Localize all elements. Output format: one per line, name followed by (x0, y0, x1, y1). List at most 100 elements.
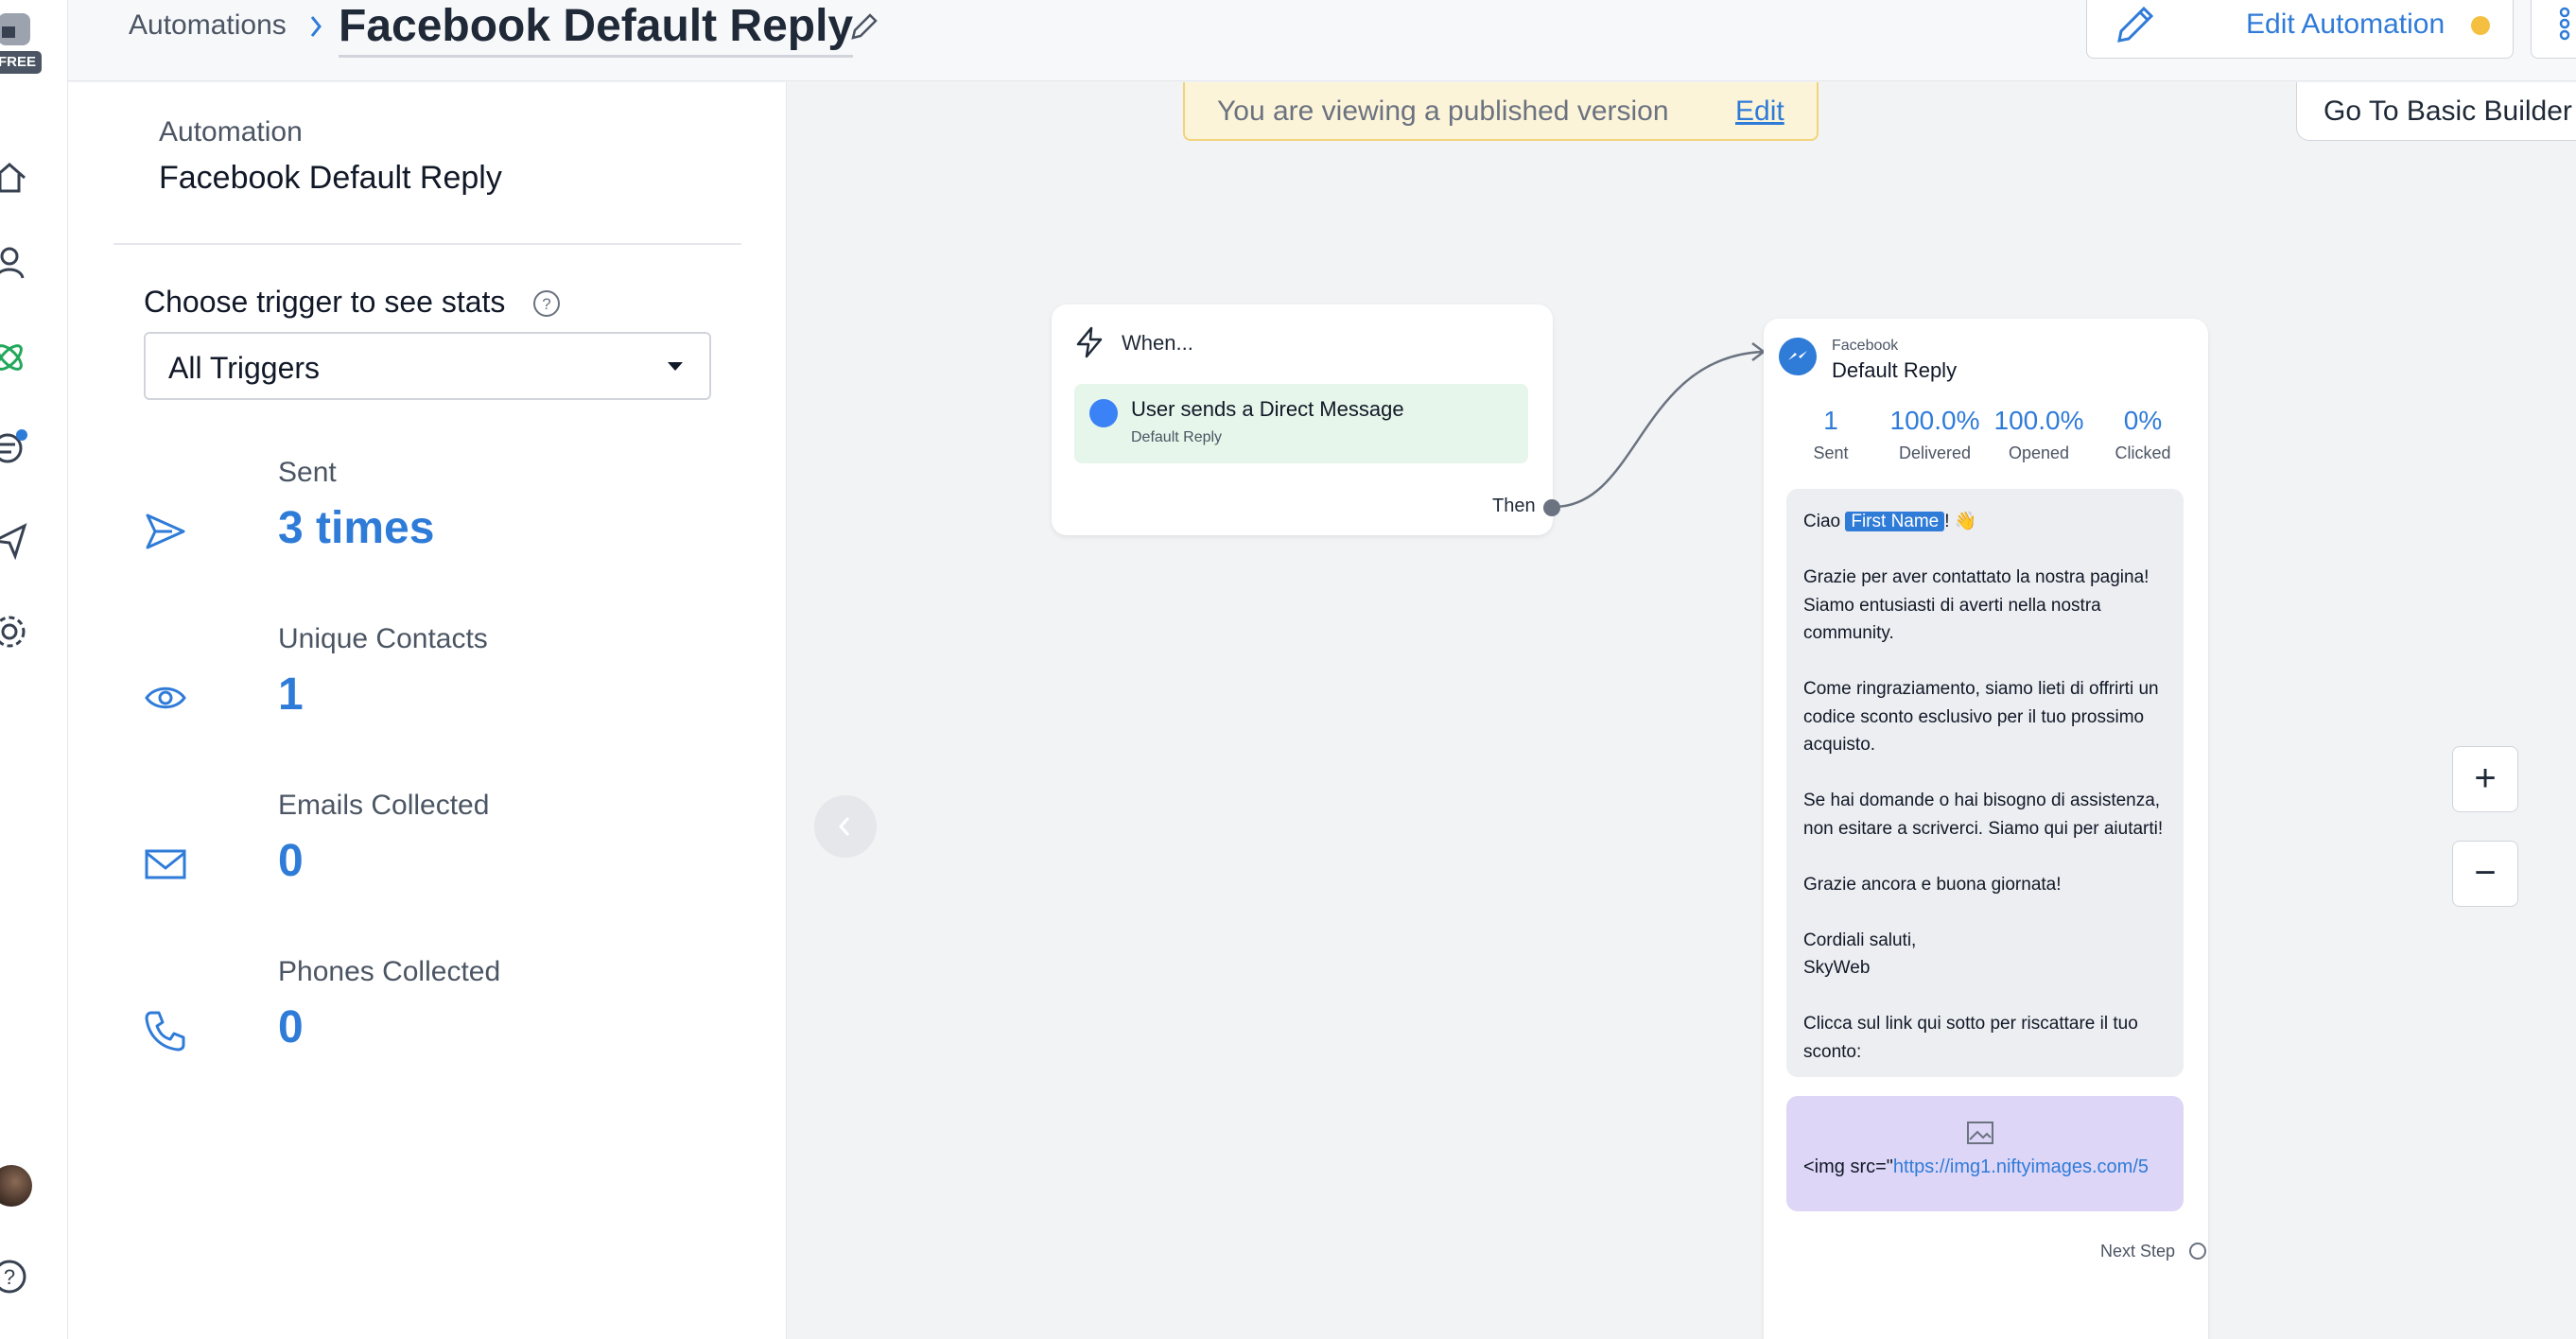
node-stat-value: 100.0% (1889, 406, 1980, 435)
stat-sent: Sent 3 times (144, 457, 711, 570)
zoom-out-button[interactable]: − (2452, 841, 2518, 907)
node-stat-label: Sent (1813, 443, 1849, 462)
signoff-line: Cordiali saluti, (1803, 930, 1917, 950)
logo-icon (0, 13, 30, 45)
node-stat-opened: 100.0% Opened (1987, 406, 2091, 463)
caret-down-icon (668, 362, 683, 371)
edit-automation-button[interactable]: Edit Automation (2086, 0, 2514, 59)
stat-value: 0 (278, 836, 304, 886)
node-stat-label: Opened (2008, 443, 2070, 462)
stat-label: Emails Collected (278, 790, 490, 821)
messenger-icon (1089, 399, 1118, 427)
help-icon[interactable]: ? (0, 1258, 28, 1296)
eye-icon (145, 687, 186, 709)
gear-icon[interactable] (0, 613, 28, 651)
edit-automation-label: Edit Automation (2246, 9, 2445, 40)
reply-node[interactable]: Facebook Default Reply 1 Sent 100.0% Deliv… (1764, 319, 2208, 1339)
message-bubble[interactable]: Ciao First Name! 👋 Grazie per aver conta… (1786, 489, 2184, 1077)
node-stat-value: 1 (1823, 406, 1838, 435)
page-title[interactable]: Facebook Default Reply (339, 0, 854, 58)
greeting-prefix: Ciao (1803, 512, 1846, 531)
chevron-right-icon (310, 16, 322, 37)
message-paragraph: Come ringraziamento, siamo lieti di offr… (1803, 679, 2159, 755)
status-dot (2471, 16, 2490, 35)
image-block[interactable]: <img src="https://img1.niftyimages.com/5 (1786, 1096, 2184, 1211)
more-vertical-icon (2559, 7, 2570, 41)
plan-badge: FREE (0, 51, 42, 74)
stat-label: Unique Contacts (278, 623, 488, 654)
image-icon (1967, 1122, 1993, 1144)
message-signoff: Cordiali saluti, SkyWeb (1803, 927, 2167, 983)
stat-phones-collected: Phones Collected 0 (144, 956, 711, 1069)
trigger-select-value: All Triggers (168, 351, 321, 385)
lightning-icon (1076, 326, 1103, 358)
message-greeting: Ciao First Name! 👋 (1803, 508, 2167, 536)
stat-emails-collected: Emails Collected 0 (144, 790, 711, 903)
image-code: <img src="https://img1.niftyimages.com/5 (1803, 1156, 2178, 1178)
user-icon[interactable] (0, 244, 28, 282)
trigger-item[interactable]: User sends a Direct Message Default Repl… (1074, 384, 1528, 463)
output-port[interactable] (1543, 499, 1560, 516)
message-paragraph: Grazie ancora e buona giornata! (1803, 874, 2062, 895)
node-stat-delivered: 100.0% Delivered (1883, 406, 1987, 463)
node-stat-label: Delivered (1898, 443, 1972, 462)
more-options-button[interactable] (2531, 0, 2576, 59)
stat-unique-contacts: Unique Contacts 1 (144, 623, 711, 737)
flow-canvas[interactable]: You are viewing a published version Edit… (788, 82, 2576, 1339)
breadcrumb-automations[interactable]: Automations (129, 9, 287, 42)
then-label: Then (1492, 496, 1536, 516)
phone-icon (145, 1011, 185, 1052)
message-paragraph: Se hai domande o hai bisogno di assisten… (1803, 791, 2164, 839)
node-stats: 1 Sent 100.0% Delivered 100.0% Opened 0% Cli… (1779, 406, 2195, 472)
message-paragraph: Grazie per aver contattato la nostra pag… (1803, 567, 2150, 643)
node-stat-value: 0% (2123, 406, 2163, 435)
automation-name: Facebook Default Reply (159, 160, 502, 196)
chat-icon[interactable] (0, 427, 28, 465)
trigger-heading: When... (1122, 331, 1193, 355)
svg-text:?: ? (4, 1265, 15, 1289)
mail-icon (145, 849, 186, 879)
node-stat-value: 100.0% (1993, 406, 2084, 435)
stat-label: Sent (278, 457, 337, 488)
pencil-icon (2117, 6, 2154, 43)
top-bar: Automations Facebook Default Reply Edit … (68, 0, 2576, 81)
trigger-select[interactable]: All Triggers (144, 332, 711, 400)
stat-value: 0 (278, 1002, 304, 1052)
left-rail: FREE ? (0, 0, 68, 1339)
node-stat-label: Clicked (2115, 443, 2171, 462)
pencil-icon[interactable] (849, 11, 879, 42)
next-step-port[interactable] (2189, 1243, 2206, 1260)
image-code-prefix: <img src=" (1803, 1156, 1893, 1177)
workspace-logo[interactable]: FREE (0, 8, 47, 76)
help-icon[interactable]: ? (531, 288, 562, 319)
trigger-subtitle: Default Reply (1131, 429, 1223, 445)
automation-label: Automation (159, 116, 303, 148)
node-name: Default Reply (1832, 358, 1958, 382)
image-url[interactable]: https://img1.niftyimages.com/5 (1893, 1156, 2149, 1177)
trigger-title: User sends a Direct Message (1131, 397, 1404, 421)
trigger-node[interactable]: When... User sends a Direct Message Defa… (1052, 304, 1560, 535)
stat-value: 3 times (278, 503, 435, 553)
send-icon[interactable] (0, 522, 28, 560)
divider (113, 243, 741, 245)
next-step-label: Next Step (2100, 1242, 2176, 1261)
messenger-icon (1779, 338, 1817, 375)
signoff-name: SkyWeb (1803, 958, 1871, 978)
avatar[interactable] (0, 1165, 32, 1207)
stats-panel: Automation Facebook Default Reply Choose… (68, 82, 787, 1339)
send-icon (146, 513, 185, 549)
stat-value: 1 (278, 670, 304, 720)
svg-text:?: ? (542, 295, 550, 313)
node-connector (1553, 342, 1767, 509)
greeting-suffix: ! 👋 (1944, 512, 1977, 531)
home-icon[interactable] (0, 159, 28, 197)
node-source: Facebook (1832, 338, 1899, 354)
first-name-tag: First Name (1845, 512, 1945, 531)
node-stat-sent: 1 Sent (1779, 406, 1883, 463)
zoom-in-button[interactable]: + (2452, 746, 2518, 812)
stat-label: Phones Collected (278, 956, 501, 987)
atom-icon[interactable] (0, 339, 28, 376)
node-stat-clicked: 0% Clicked (2091, 406, 2195, 463)
trigger-prompt: Choose trigger to see stats (144, 285, 506, 319)
message-paragraph: Clicca sul link qui sotto per riscattare… (1803, 1014, 2138, 1062)
